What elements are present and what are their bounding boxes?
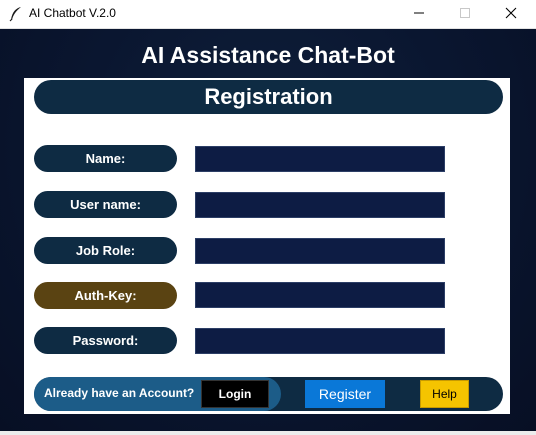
- account-prompt-text: Already have an Account?: [44, 386, 195, 400]
- job-role-label: Job Role:: [34, 237, 177, 264]
- close-button[interactable]: [488, 0, 534, 29]
- name-input[interactable]: [195, 146, 445, 172]
- auth-key-input[interactable]: [195, 282, 445, 308]
- maximize-icon: [459, 6, 471, 24]
- name-label: Name:: [34, 145, 177, 172]
- help-button[interactable]: Help: [420, 380, 469, 408]
- login-button[interactable]: Login: [201, 380, 269, 408]
- feather-icon: [9, 6, 23, 22]
- register-button[interactable]: Register: [305, 380, 385, 408]
- window-titlebar: AI Chatbot V.2.0: [0, 0, 536, 29]
- maximize-button[interactable]: [442, 0, 488, 29]
- window-title: AI Chatbot V.2.0: [29, 6, 116, 20]
- auth-key-label: Auth-Key:: [34, 282, 177, 309]
- window-bottom-edge: [0, 431, 536, 435]
- app-heading: AI Assistance Chat-Bot: [141, 42, 395, 68]
- minimize-button[interactable]: [396, 0, 442, 29]
- job-role-input[interactable]: [195, 238, 445, 264]
- password-label: Password:: [34, 327, 177, 354]
- username-input[interactable]: [195, 192, 445, 218]
- minimize-icon: [413, 6, 425, 24]
- close-icon: [505, 6, 517, 24]
- username-label: User name:: [34, 191, 177, 218]
- password-input[interactable]: [195, 328, 445, 354]
- registration-header: Registration: [34, 80, 503, 114]
